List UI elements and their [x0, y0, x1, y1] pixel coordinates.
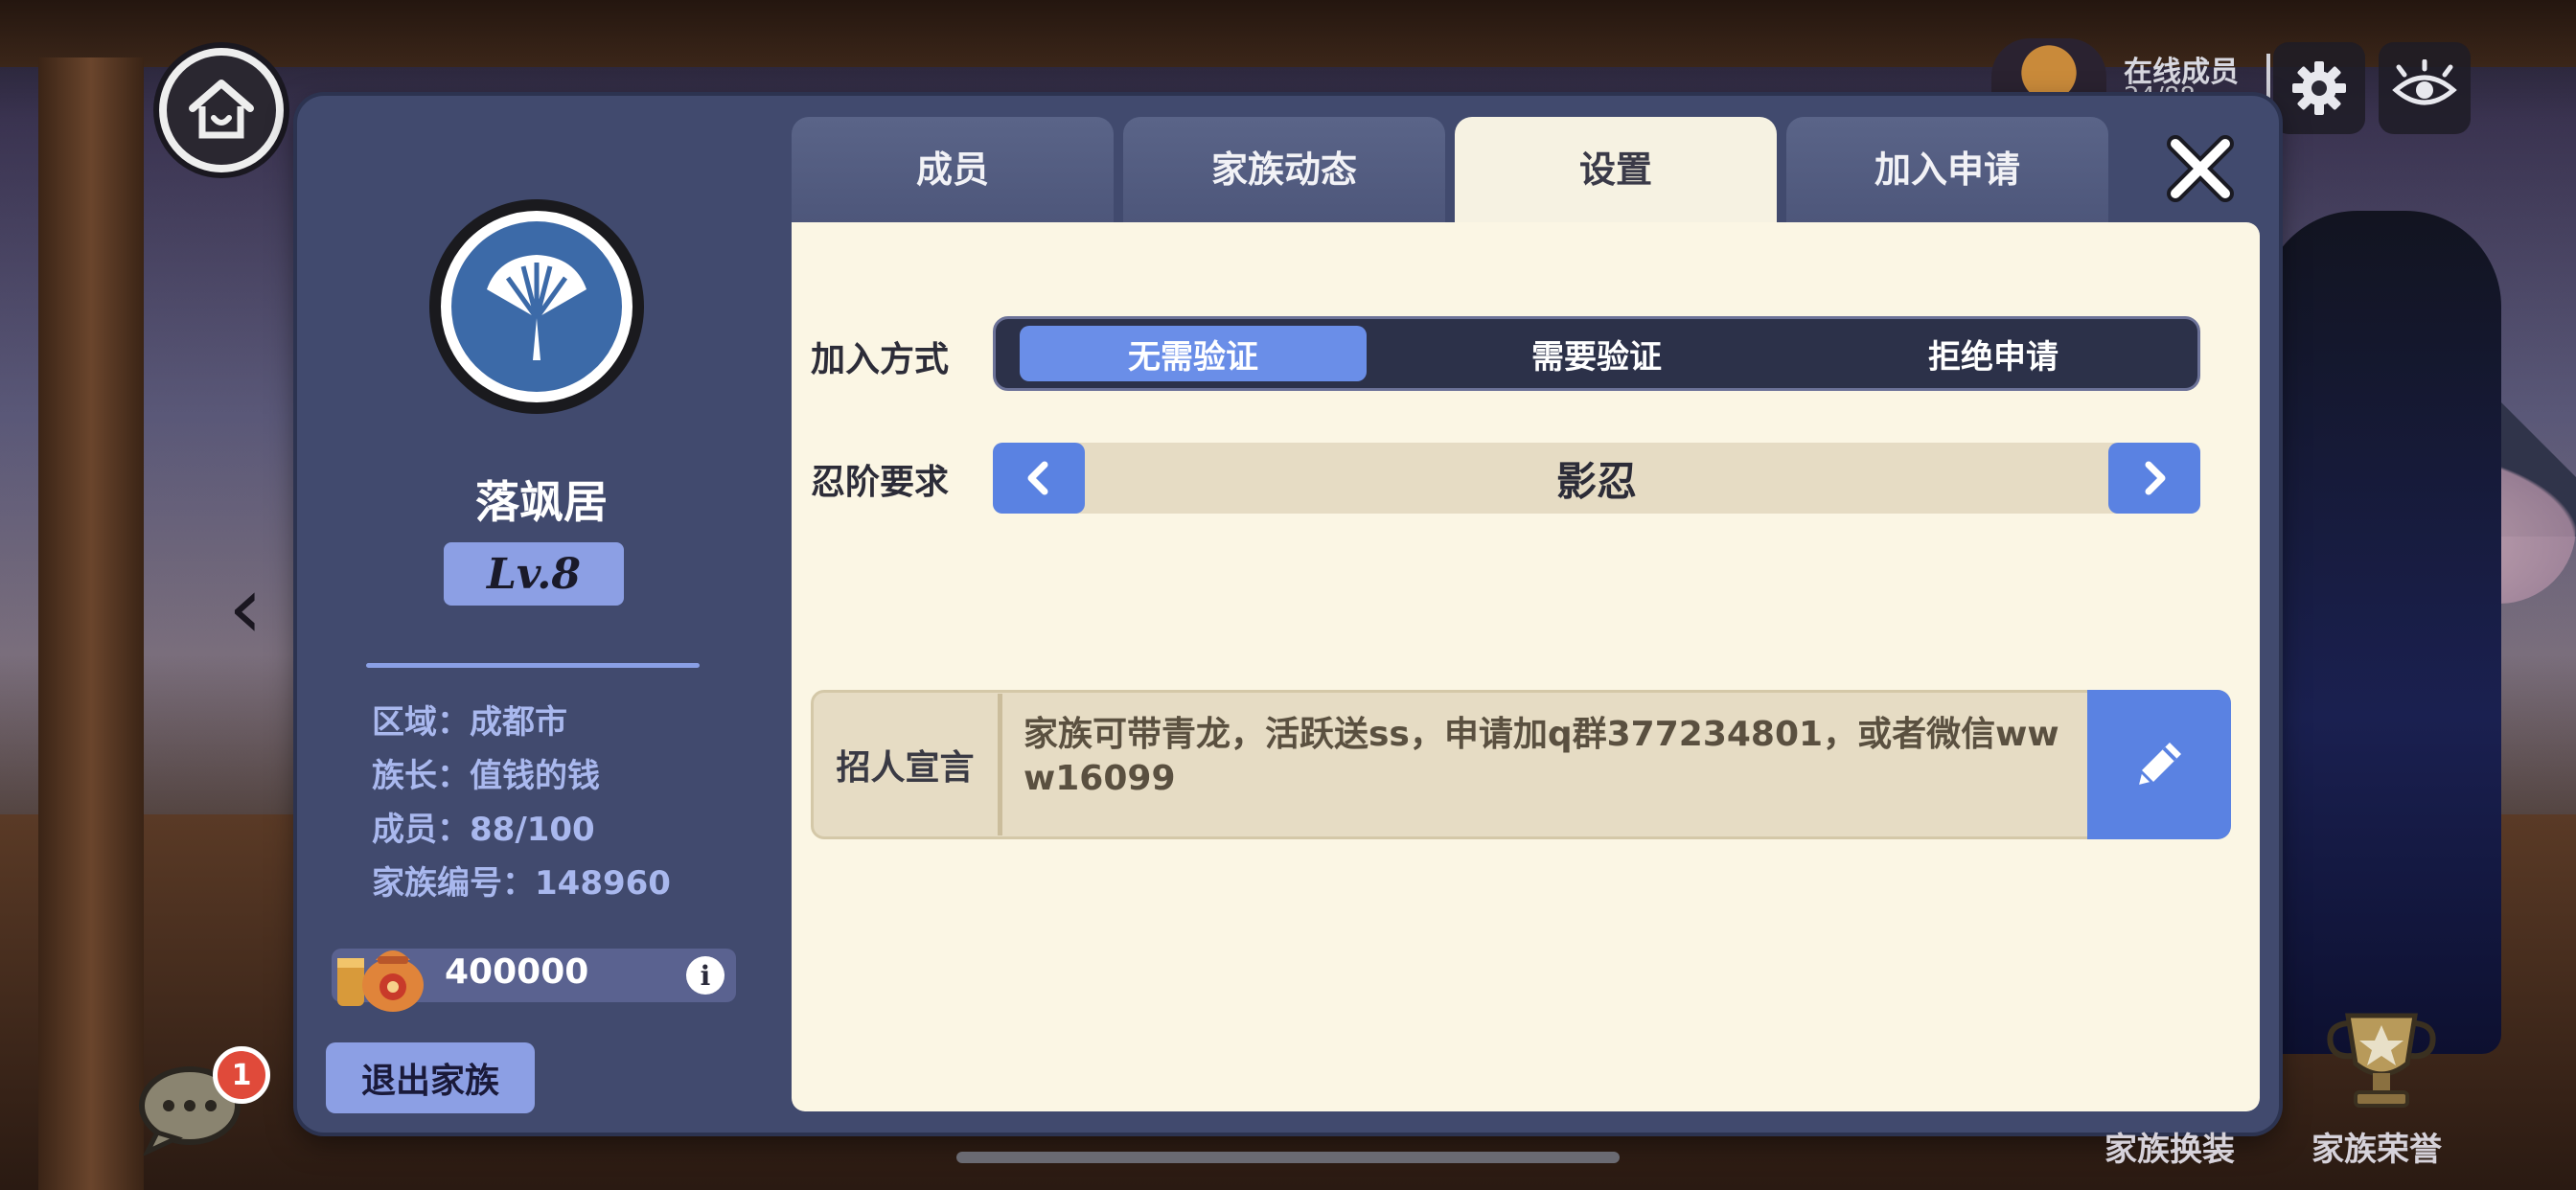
- gear-icon: [2292, 61, 2346, 115]
- rank-previous-button[interactable]: [993, 443, 1085, 514]
- chat-unread-badge: 1: [213, 1046, 270, 1104]
- pencil-icon: [2134, 743, 2181, 790]
- ginkgo-leaf-icon: [487, 255, 586, 360]
- edit-slogan-button[interactable]: [2087, 690, 2231, 839]
- family-member-count: 成员：88/100: [372, 811, 595, 849]
- home-indicator[interactable]: [956, 1152, 1620, 1163]
- settings-button[interactable]: [2273, 42, 2365, 134]
- family-region: 区域：成都市: [372, 703, 567, 742]
- trophy-icon[interactable]: [2310, 996, 2453, 1121]
- divider: [2266, 54, 2270, 100]
- previous-page-arrow-icon[interactable]: ‹: [228, 565, 286, 652]
- info-divider: [366, 663, 700, 668]
- family-emblem: [429, 199, 644, 414]
- join-method-label: 加入方式: [811, 340, 950, 379]
- close-icon[interactable]: [2162, 130, 2239, 207]
- family-id: 家族编号：148960: [372, 864, 671, 903]
- tab-join-requests[interactable]: 加入申请: [1786, 117, 2108, 224]
- recruitment-slogan-label: 招人宣言: [813, 694, 1002, 835]
- family-outfit-button[interactable]: 家族换装: [2104, 1123, 2235, 1170]
- family-funds-value: 400000: [445, 952, 589, 992]
- info-icon[interactable]: i: [686, 956, 724, 995]
- chevron-left-icon: [1027, 461, 1048, 495]
- home-button[interactable]: [159, 48, 284, 172]
- tab-members[interactable]: 成员: [792, 117, 1114, 224]
- join-option-no-verification[interactable]: 无需验证: [1020, 326, 1367, 381]
- tab-settings[interactable]: 设置: [1455, 117, 1777, 224]
- family-leader: 族长：值钱的钱: [372, 757, 600, 795]
- home-icon: [189, 80, 254, 139]
- rank-requirement-label: 忍阶要求: [811, 463, 950, 502]
- background-character: [2262, 211, 2501, 1054]
- eye-icon: [2392, 59, 2457, 105]
- leave-family-button[interactable]: 退出家族: [326, 1042, 535, 1113]
- family-name: 落飒居: [475, 476, 608, 528]
- money-bag-icon: [337, 950, 424, 1012]
- hide-ui-button[interactable]: [2379, 42, 2471, 134]
- join-option-needs-verification[interactable]: 需要验证: [1395, 326, 1798, 381]
- join-option-reject[interactable]: 拒绝申请: [1802, 326, 2185, 381]
- rank-next-button[interactable]: [2108, 443, 2200, 514]
- recruitment-slogan-text: 家族可带青龙，活跃送ss，申请加q群377234801，或者微信www16099: [1024, 715, 2059, 798]
- family-honor-button[interactable]: 家族荣誉: [2312, 1123, 2442, 1170]
- rank-value: 影忍: [1555, 457, 1637, 505]
- family-level-badge: Lv.8: [444, 542, 624, 606]
- tab-family-activity[interactable]: 家族动态: [1123, 117, 1445, 224]
- chevron-right-icon: [2145, 461, 2166, 495]
- background-pillar: [38, 57, 144, 1190]
